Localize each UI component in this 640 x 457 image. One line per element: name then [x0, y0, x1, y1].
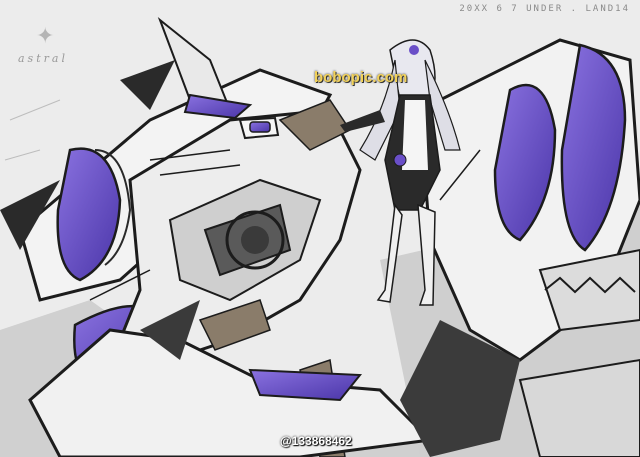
illustration-canvas: ✦ astral 20XX 6 7 UNDER . LAND14 bobopic…: [0, 0, 640, 457]
author-credit: @133868462: [280, 434, 352, 448]
artist-code-text: 20XX 6 7 UNDER . LAND14: [459, 4, 630, 14]
sparkle-icon: ✦: [36, 24, 55, 49]
site-watermark: bobopic.com: [314, 69, 408, 86]
signature-word: astral: [18, 52, 68, 65]
